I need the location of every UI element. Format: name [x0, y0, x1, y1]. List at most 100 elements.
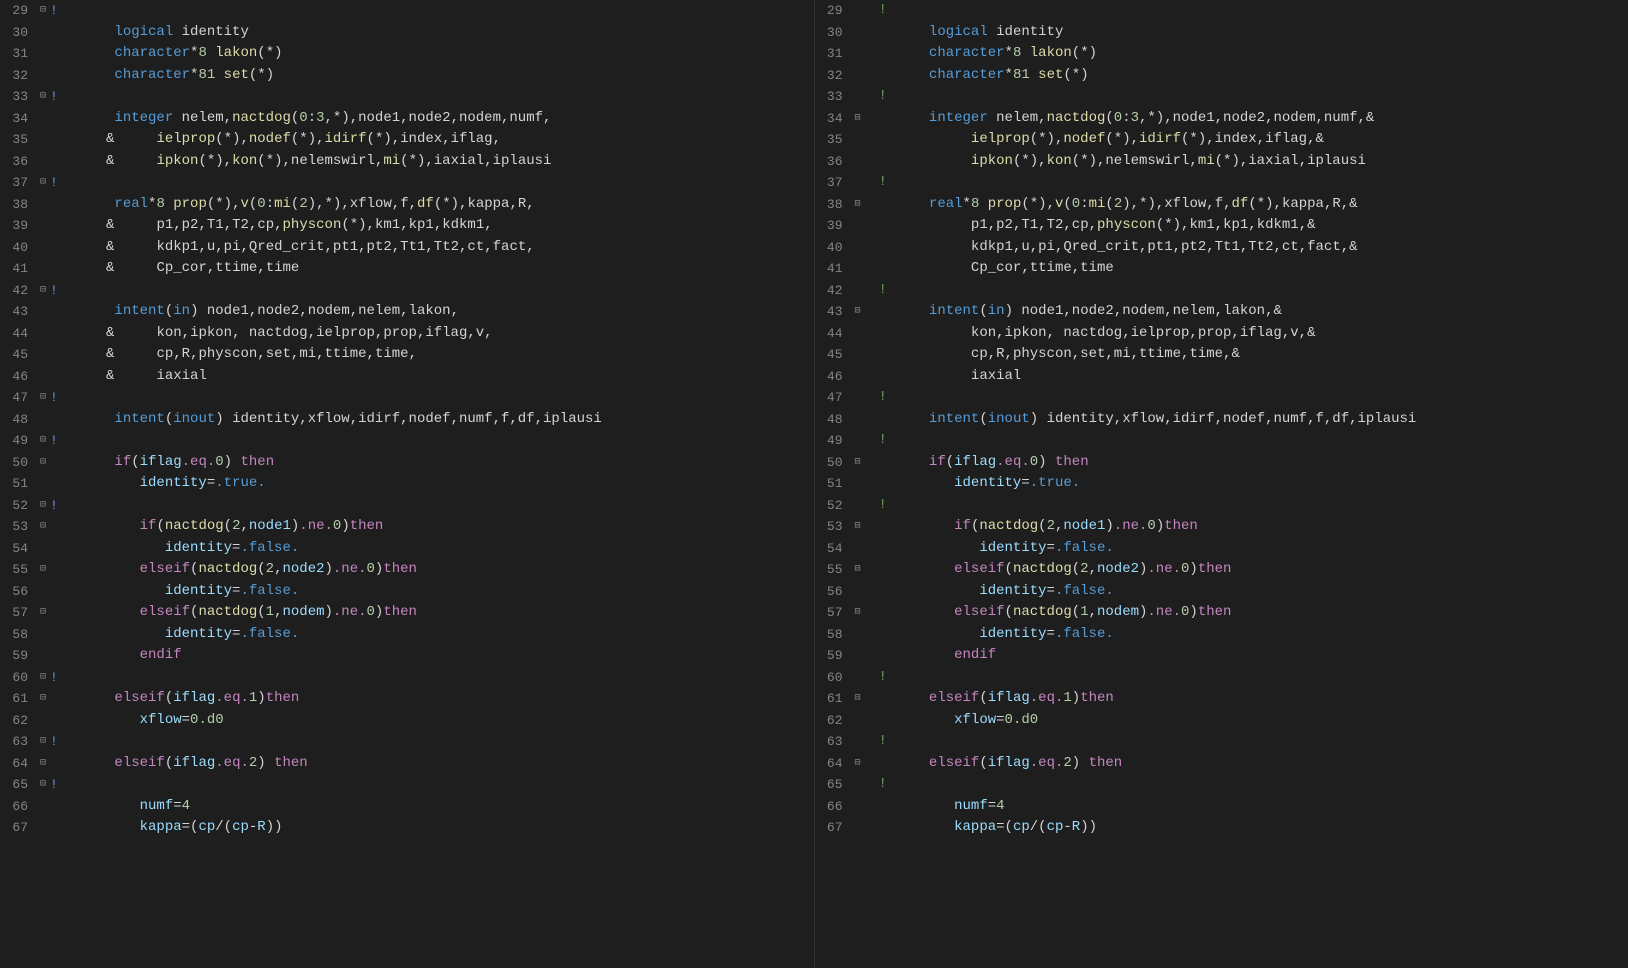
code-line[interactable]: character*81 set(*): [879, 65, 1628, 87]
code-line[interactable]: kon,ipkon, nactdog,ielprop,prop,iflag,v,…: [879, 323, 1628, 345]
code-line[interactable]: logical identity: [879, 22, 1628, 44]
gutter-line[interactable]: 50⊟: [0, 452, 64, 474]
gutter-line[interactable]: 60⊟!: [0, 667, 64, 689]
code-line[interactable]: Cp_cor,ttime,time: [879, 258, 1628, 280]
gutter-line[interactable]: 31: [815, 43, 879, 65]
gutter-line[interactable]: 55⊟: [815, 559, 879, 581]
gutter-line[interactable]: 53⊟: [0, 516, 64, 538]
gutter-line[interactable]: 33⊟!: [0, 86, 64, 108]
code-line[interactable]: !: [879, 667, 1628, 689]
gutter-line[interactable]: 39: [815, 215, 879, 237]
code-line[interactable]: intent(inout) identity,xflow,idirf,nodef…: [879, 409, 1628, 431]
code-line[interactable]: elseif(nactdog(1,nodem).ne.0)then: [64, 602, 814, 624]
gutter-line[interactable]: 62: [815, 710, 879, 732]
fold-icon[interactable]: ⊟: [851, 559, 865, 581]
code-line[interactable]: xflow=0.d0: [64, 710, 814, 732]
gutter-line[interactable]: 42: [815, 280, 879, 302]
code-line[interactable]: identity=.false.: [879, 581, 1628, 603]
gutter-line[interactable]: 56: [0, 581, 64, 603]
gutter-line[interactable]: 42⊟!: [0, 280, 64, 302]
gutter-line[interactable]: 30: [815, 22, 879, 44]
code-line[interactable]: if(nactdog(2,node1).ne.0)then: [879, 516, 1628, 538]
code-line[interactable]: [64, 495, 814, 517]
code-line[interactable]: real*8 prop(*),v(0:mi(2),*),xflow,f,df(*…: [64, 194, 814, 216]
gutter-line[interactable]: 48: [815, 409, 879, 431]
fold-icon[interactable]: ⊟: [851, 602, 865, 624]
code-line[interactable]: & ipkon(*),kon(*),nelemswirl,mi(*),iaxia…: [64, 151, 814, 173]
left-pane[interactable]: 29⊟!30313233⊟!34353637⊟!3839404142⊟!4344…: [0, 0, 815, 968]
code-line[interactable]: identity=.false.: [64, 581, 814, 603]
code-line[interactable]: logical identity: [64, 22, 814, 44]
code-line[interactable]: & p1,p2,T1,T2,cp,physcon(*),km1,kp1,kdkm…: [64, 215, 814, 237]
code-line[interactable]: & kon,ipkon, nactdog,ielprop,prop,iflag,…: [64, 323, 814, 345]
gutter-line[interactable]: 32: [815, 65, 879, 87]
code-line[interactable]: [64, 86, 814, 108]
gutter-line[interactable]: 54: [815, 538, 879, 560]
fold-icon[interactable]: ⊟: [851, 301, 865, 323]
code-line[interactable]: intent(inout) identity,xflow,idirf,nodef…: [64, 409, 814, 431]
gutter-line[interactable]: 41: [815, 258, 879, 280]
left-code[interactable]: logical identity character*8 lakon(*) ch…: [64, 0, 814, 968]
code-line[interactable]: character*81 set(*): [64, 65, 814, 87]
code-line[interactable]: [64, 430, 814, 452]
fold-icon[interactable]: ⊟: [851, 516, 865, 538]
gutter-line[interactable]: 47⊟!: [0, 387, 64, 409]
code-line[interactable]: character*8 lakon(*): [879, 43, 1628, 65]
code-line[interactable]: !: [879, 774, 1628, 796]
code-line[interactable]: elseif(iflag.eq.2) then: [879, 753, 1628, 775]
code-line[interactable]: iaxial: [879, 366, 1628, 388]
gutter-line[interactable]: 36: [0, 151, 64, 173]
gutter-line[interactable]: 61⊟: [0, 688, 64, 710]
code-line[interactable]: & ielprop(*),nodef(*),idirf(*),index,ifl…: [64, 129, 814, 151]
gutter-line[interactable]: 45: [0, 344, 64, 366]
fold-icon[interactable]: ⊟: [36, 452, 50, 474]
code-line[interactable]: [64, 280, 814, 302]
code-line[interactable]: intent(in) node1,node2,nodem,nelem,lakon…: [879, 301, 1628, 323]
code-line[interactable]: identity=.false.: [879, 538, 1628, 560]
gutter-line[interactable]: 43⊟: [815, 301, 879, 323]
code-line[interactable]: numf=4: [879, 796, 1628, 818]
gutter-line[interactable]: 52⊟!: [0, 495, 64, 517]
code-line[interactable]: [64, 0, 814, 22]
gutter-line[interactable]: 66: [815, 796, 879, 818]
gutter-line[interactable]: 53⊟: [815, 516, 879, 538]
gutter-line[interactable]: 50⊟: [815, 452, 879, 474]
code-line[interactable]: !: [879, 172, 1628, 194]
fold-icon[interactable]: ⊟: [36, 667, 50, 689]
code-line[interactable]: !: [879, 387, 1628, 409]
gutter-line[interactable]: 67: [815, 817, 879, 839]
gutter-line[interactable]: 49⊟!: [0, 430, 64, 452]
code-line[interactable]: if(nactdog(2,node1).ne.0)then: [64, 516, 814, 538]
gutter-line[interactable]: 44: [0, 323, 64, 345]
gutter-line[interactable]: 51: [815, 473, 879, 495]
gutter-line[interactable]: 63: [815, 731, 879, 753]
gutter-line[interactable]: 59: [815, 645, 879, 667]
right-code[interactable]: ! logical identity character*8 lakon(*) …: [879, 0, 1628, 968]
fold-icon[interactable]: ⊟: [36, 753, 50, 775]
gutter-line[interactable]: 59: [0, 645, 64, 667]
code-line[interactable]: kappa=(cp/(cp-R)): [64, 817, 814, 839]
gutter-line[interactable]: 35: [815, 129, 879, 151]
code-line[interactable]: [64, 387, 814, 409]
gutter-line[interactable]: 64⊟: [815, 753, 879, 775]
gutter-line[interactable]: 31: [0, 43, 64, 65]
code-line[interactable]: [64, 667, 814, 689]
gutter-line[interactable]: 35: [0, 129, 64, 151]
gutter-line[interactable]: 47: [815, 387, 879, 409]
fold-icon[interactable]: ⊟: [36, 688, 50, 710]
code-line[interactable]: elseif(nactdog(2,node2).ne.0)then: [879, 559, 1628, 581]
gutter-line[interactable]: 38⊟: [815, 194, 879, 216]
code-line[interactable]: numf=4: [64, 796, 814, 818]
gutter-line[interactable]: 67: [0, 817, 64, 839]
code-line[interactable]: real*8 prop(*),v(0:mi(2),*),xflow,f,df(*…: [879, 194, 1628, 216]
gutter-line[interactable]: 40: [815, 237, 879, 259]
gutter-line[interactable]: 49: [815, 430, 879, 452]
gutter-line[interactable]: 57⊟: [0, 602, 64, 624]
gutter-line[interactable]: 54: [0, 538, 64, 560]
fold-icon[interactable]: ⊟: [851, 108, 865, 130]
gutter-line[interactable]: 43: [0, 301, 64, 323]
code-line[interactable]: & iaxial: [64, 366, 814, 388]
fold-icon[interactable]: ⊟: [36, 0, 50, 22]
code-line[interactable]: & Cp_cor,ttime,time: [64, 258, 814, 280]
code-line[interactable]: [64, 731, 814, 753]
